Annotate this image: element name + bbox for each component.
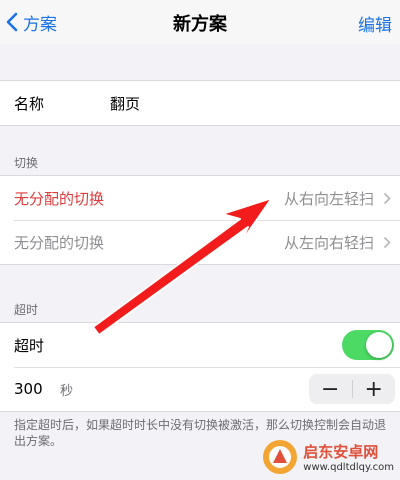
watermark-title: 启东安卓网 [303, 443, 379, 461]
watermark-url: www.qdltdlqy.com [303, 462, 394, 473]
watermark-logo-icon [263, 440, 298, 474]
watermark: 启东安卓网 www.qdltdlqy.com [261, 438, 394, 476]
annotation-arrow-icon [92, 197, 273, 336]
